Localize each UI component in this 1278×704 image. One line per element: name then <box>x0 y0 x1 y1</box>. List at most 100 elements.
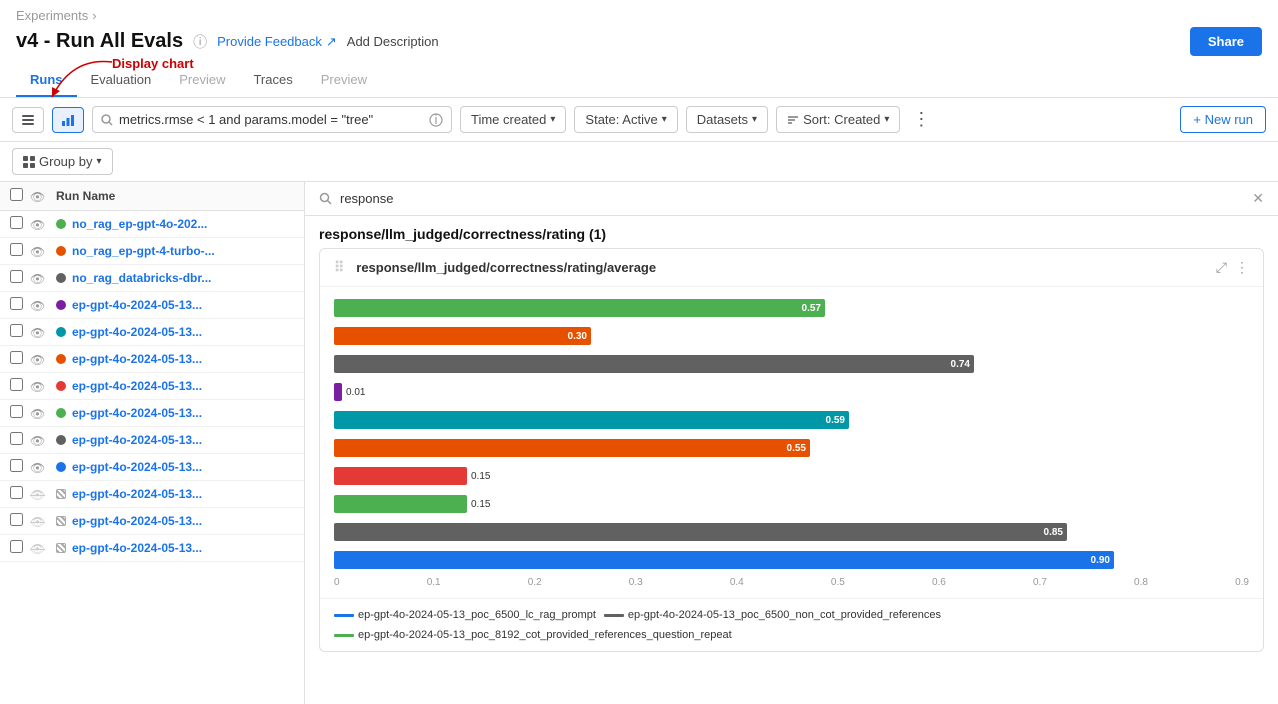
run-checkbox[interactable] <box>10 540 23 553</box>
run-checkbox[interactable] <box>10 486 23 499</box>
run-name-text: ep-gpt-4o-2024-05-13... <box>72 406 294 420</box>
run-dot <box>56 489 66 499</box>
bar-fill: 0.90 <box>334 551 1114 569</box>
svg-text:i: i <box>435 113 438 127</box>
run-row[interactable]: 👁ep-gpt-4o-2024-05-13... <box>0 454 304 481</box>
run-name-text: ep-gpt-4o-2024-05-13... <box>72 325 294 339</box>
chart-body: 0.570.300.740.010.590.550.150.150.850.90… <box>320 287 1263 598</box>
run-checkbox[interactable] <box>10 324 23 337</box>
tab-traces[interactable]: Traces <box>239 64 306 97</box>
run-row[interactable]: 👁 ep-gpt-4o-2024-05-13... <box>0 535 304 562</box>
eye-icon[interactable]: 👁 <box>30 272 45 286</box>
run-row[interactable]: 👁no_rag_ep-gpt-4o-202... <box>0 211 304 238</box>
legend-color <box>334 614 354 617</box>
bar-row: 0.01 <box>334 381 1249 403</box>
legend-label: ep-gpt-4o-2024-05-13_poc_6500_non_cot_pr… <box>628 609 941 621</box>
run-row[interactable]: 👁ep-gpt-4o-2024-05-13... <box>0 427 304 454</box>
tabs-row: Runs Evaluation Preview Traces Preview <box>16 64 1262 97</box>
chart-view-button[interactable] <box>52 107 84 133</box>
add-description-button[interactable]: Add Description <box>347 34 439 49</box>
run-row[interactable]: 👁 ep-gpt-4o-2024-05-13... <box>0 481 304 508</box>
clear-search-button[interactable]: ✕ <box>1252 190 1264 207</box>
run-row[interactable]: 👁no_rag_ep-gpt-4-turbo-... <box>0 238 304 265</box>
run-checkbox[interactable] <box>10 432 23 445</box>
eye-icon[interactable]: 👁 <box>30 353 45 367</box>
sort-created-filter[interactable]: Sort: Created ▾ <box>776 106 900 133</box>
run-row[interactable]: 👁no_rag_databricks-dbr... <box>0 265 304 292</box>
run-row[interactable]: 👁 ep-gpt-4o-2024-05-13... <box>0 319 304 346</box>
eye-icon[interactable]: 👁 <box>30 299 45 313</box>
eye-icon[interactable]: 👁 <box>30 245 45 259</box>
breadcrumb-text[interactable]: Experiments <box>16 8 88 23</box>
select-all-checkbox[interactable] <box>10 188 23 201</box>
run-name-text: ep-gpt-4o-2024-05-13... <box>72 379 294 393</box>
expand-icon[interactable]: ⤢ <box>1216 259 1227 276</box>
share-button[interactable]: Share <box>1190 27 1262 56</box>
eye-icon[interactable]: 👁 <box>30 380 45 394</box>
hidden-eye-icon[interactable]: 👁 <box>30 542 45 556</box>
run-checkbox[interactable] <box>10 270 23 283</box>
group-by-row: Group by ▾ <box>0 142 1278 182</box>
feedback-link[interactable]: Provide Feedback ↗ <box>217 34 337 50</box>
hidden-eye-icon[interactable]: 👁 <box>30 515 45 529</box>
eye-icon[interactable]: 👁 <box>30 218 45 232</box>
run-checkbox[interactable] <box>10 405 23 418</box>
bar-fill: 0.30 <box>334 327 591 345</box>
bar-row: 0.15 <box>334 465 1249 487</box>
datasets-filter[interactable]: Datasets ▾ <box>686 106 768 133</box>
tab-runs[interactable]: Runs <box>16 64 77 97</box>
run-checkbox[interactable] <box>10 351 23 364</box>
run-checkbox[interactable] <box>10 513 23 526</box>
hidden-eye-icon[interactable]: 👁 <box>30 488 45 502</box>
time-created-filter[interactable]: Time created ▾ <box>460 106 566 133</box>
run-name-text: ep-gpt-4o-2024-05-13... <box>72 487 294 501</box>
chevron-down-icon: ▾ <box>550 114 555 125</box>
run-row[interactable]: 👁 ep-gpt-4o-2024-05-13... <box>0 373 304 400</box>
run-dot <box>56 273 66 283</box>
runs-panel: 👁 Run Name 👁no_rag_ep-gpt-4o-202...👁no_r… <box>0 182 305 704</box>
info-icon[interactable]: ⓘ <box>193 32 207 52</box>
run-checkbox[interactable] <box>10 459 23 472</box>
list-view-button[interactable] <box>12 107 44 133</box>
bar-value-label: 0.15 <box>471 499 490 510</box>
chart-search-bar[interactable]: ✕ <box>305 182 1278 216</box>
chart-search-input[interactable] <box>340 191 1244 206</box>
legend-color <box>334 634 354 637</box>
tab-evaluation[interactable]: Evaluation <box>77 64 166 97</box>
filter-input[interactable] <box>119 112 423 127</box>
eye-icon[interactable]: 👁 <box>30 434 45 448</box>
bar-fill <box>334 495 467 513</box>
run-checkbox[interactable] <box>10 216 23 229</box>
bar-chart: 0.570.300.740.010.590.550.150.150.850.90 <box>334 297 1249 571</box>
run-checkbox[interactable] <box>10 297 23 310</box>
eye-icon[interactable]: 👁 <box>30 407 45 421</box>
new-run-button[interactable]: + New run <box>1180 106 1266 133</box>
bar-value-label: 0.15 <box>471 471 490 482</box>
run-row[interactable]: 👁ep-gpt-4o-2024-05-13... <box>0 508 304 535</box>
chart-card-actions: ⤢ ⋮ <box>1216 259 1249 276</box>
bar-row: 0.85 <box>334 521 1249 543</box>
run-checkbox[interactable] <box>10 243 23 256</box>
breadcrumb[interactable]: Experiments › <box>16 8 1262 23</box>
bar-row: 0.59 <box>334 409 1249 431</box>
chevron-down-icon-4: ▾ <box>884 114 889 125</box>
bar-row: 0.90 <box>334 549 1249 571</box>
search-wrapper[interactable]: i <box>92 106 452 133</box>
chart-title-text: response/llm_judged/correctness/rating/a… <box>356 260 656 275</box>
eye-icon[interactable]: 👁 <box>30 326 45 340</box>
state-active-filter[interactable]: State: Active ▾ <box>574 106 677 133</box>
run-row[interactable]: 👁ep-gpt-4o-2024-05-13... <box>0 292 304 319</box>
run-dot <box>56 327 66 337</box>
run-name-text: ep-gpt-4o-2024-05-13... <box>72 541 294 555</box>
drag-handle-icon[interactable]: ⠿ <box>334 259 344 276</box>
group-by-button[interactable]: Group by ▾ <box>12 148 113 175</box>
more-options-button[interactable]: ⋮ <box>908 109 934 130</box>
run-row[interactable]: 👁ep-gpt-4o-2024-05-13... <box>0 346 304 373</box>
chart-more-icon[interactable]: ⋮ <box>1235 259 1249 276</box>
chevron-down-icon-3: ▾ <box>752 114 757 125</box>
eye-icon[interactable]: 👁 <box>30 461 45 475</box>
tab-preview-2[interactable]: Preview <box>307 64 381 97</box>
run-checkbox[interactable] <box>10 378 23 391</box>
run-row[interactable]: 👁 ep-gpt-4o-2024-05-13... <box>0 400 304 427</box>
tab-preview-1[interactable]: Preview <box>165 64 239 97</box>
